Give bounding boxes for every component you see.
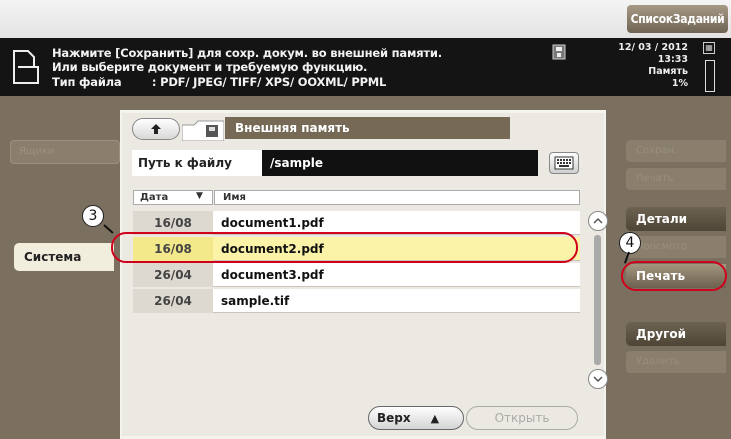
- file-date: 26/04: [133, 263, 213, 287]
- left-tab-boxes[interactable]: Ящики: [10, 140, 120, 164]
- top-button[interactable]: Верх ▲: [368, 406, 464, 430]
- open-button[interactable]: Открыть: [466, 406, 578, 430]
- callout-step-3: 3: [82, 205, 104, 227]
- right-button-print-dim[interactable]: Печать: [626, 168, 726, 190]
- path-value: /sample: [262, 150, 538, 176]
- highlight-selected-row: [111, 232, 578, 263]
- sort-down-icon: ▼: [196, 191, 203, 201]
- file-row-sample[interactable]: 26/04 sample.tif: [133, 289, 580, 313]
- memory-percent: 1%: [671, 78, 688, 89]
- left-tab-system[interactable]: Система: [14, 243, 114, 271]
- message-line-1: Нажмите [Сохранить] для сохр. докум. во …: [52, 46, 442, 60]
- message-bar: Нажмите [Сохранить] для сохр. докум. во …: [0, 38, 731, 96]
- top-button-label: Верх: [377, 411, 411, 425]
- document-icon: [13, 50, 39, 84]
- top-bar: СписокЗаданий: [0, 0, 731, 38]
- message-line-3: Тип файла : PDF/ JPEG/ TIFF/ XPS/ OOXML/…: [52, 75, 387, 89]
- memory-gauge: [705, 60, 715, 92]
- folder-usb-icon: [182, 120, 224, 141]
- message-line-2: Или выберите документ и требуемую функци…: [52, 60, 368, 74]
- right-button-other[interactable]: Другой: [626, 322, 726, 346]
- file-date: 26/04: [133, 289, 213, 313]
- time-text: 13:33: [657, 54, 688, 65]
- fax-status-icon: ▦: [703, 42, 715, 54]
- chevron-up-icon: [593, 217, 603, 224]
- location-title: Внешняя память: [225, 117, 510, 139]
- callout-step-4: 4: [619, 232, 641, 254]
- up-folder-button[interactable]: [132, 118, 180, 140]
- scroll-up-button[interactable]: [588, 211, 608, 231]
- right-button-preview[interactable]: Просмотр: [626, 236, 726, 258]
- keyboard-button[interactable]: [549, 152, 579, 174]
- column-header-name[interactable]: Имя: [214, 190, 580, 205]
- job-list-button[interactable]: СписокЗаданий: [627, 5, 728, 33]
- keyboard-icon: [554, 156, 574, 170]
- highlight-print-button: [621, 261, 727, 291]
- scrollbar[interactable]: [594, 235, 601, 365]
- path-label: Путь к файлу: [132, 150, 262, 176]
- screen: СписокЗаданий Нажмите [Сохранить] для со…: [0, 0, 731, 439]
- right-button-delete[interactable]: Удалить: [626, 351, 726, 373]
- file-list: 16/08 document1.pdf 16/08 document2.pdf …: [133, 211, 580, 315]
- right-button-details[interactable]: Детали: [626, 207, 726, 231]
- memory-label: Память: [648, 66, 688, 77]
- file-name: document3.pdf: [213, 263, 580, 287]
- status-datetime: 12/ 03 / 2012 13:33 Память 1%: [612, 42, 688, 90]
- date-text: 12/ 03 / 2012: [618, 42, 688, 53]
- file-name: sample.tif: [213, 289, 580, 313]
- arrow-up-top-icon: ▲: [430, 411, 440, 425]
- chevron-down-icon: [593, 376, 603, 383]
- file-row-document3[interactable]: 26/04 document3.pdf: [133, 263, 580, 287]
- scroll-down-button[interactable]: [588, 369, 608, 389]
- right-button-save[interactable]: Сохран.: [626, 140, 726, 162]
- usb-memory-icon: [552, 44, 566, 60]
- arrow-up-icon: [151, 124, 161, 134]
